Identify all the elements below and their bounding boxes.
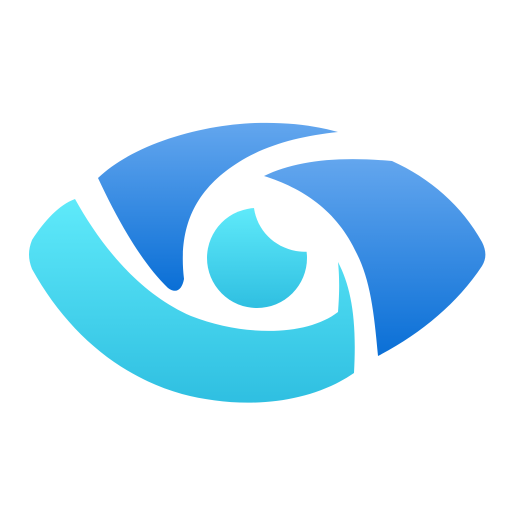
eye-icon xyxy=(29,122,486,403)
eye-logo-canvas xyxy=(0,0,512,512)
